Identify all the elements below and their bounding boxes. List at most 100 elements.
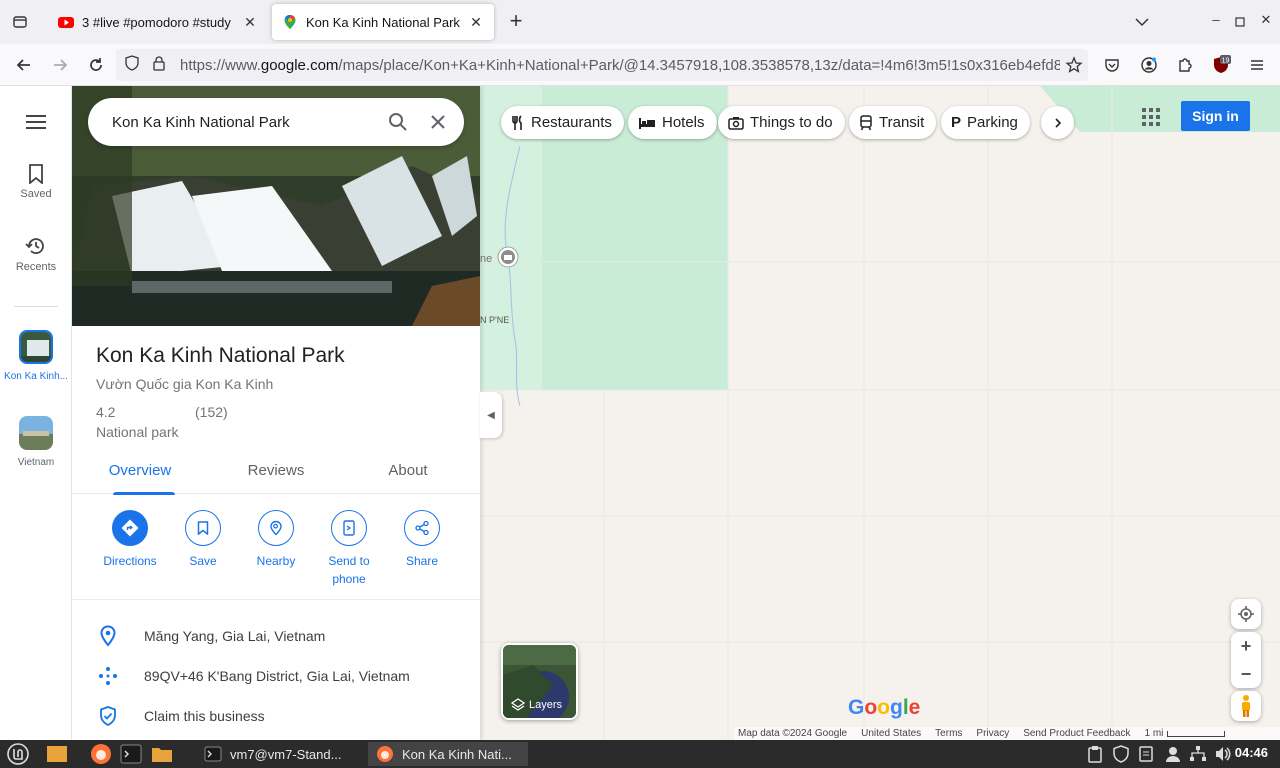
zoom-out-button[interactable]: −: [1241, 660, 1252, 688]
scale-bar: [1167, 730, 1226, 737]
directions-button[interactable]: Directions: [93, 510, 167, 570]
browser-tabstrip: 3 #live #pomodoro #study ✕ Kon Ka Kinh N…: [0, 0, 1280, 44]
close-tab-icon[interactable]: ✕: [242, 14, 258, 30]
forward-arrow-icon[interactable]: [48, 53, 72, 77]
google-apps-grid-icon[interactable]: [1140, 106, 1162, 128]
zoom-in-button[interactable]: +: [1241, 632, 1252, 660]
search-box[interactable]: Kon Ka Kinh National Park: [88, 98, 464, 146]
address-row[interactable]: Măng Yang, Gia Lai, Vietnam: [72, 616, 480, 656]
search-icon[interactable]: [378, 102, 418, 142]
clock[interactable]: 04:46: [1235, 745, 1268, 760]
shield-icon[interactable]: [1112, 745, 1130, 763]
plus-code-row[interactable]: 89QV+46 K'Bang District, Gia Lai, Vietna…: [72, 656, 480, 696]
firefox-launcher-icon[interactable]: [90, 742, 112, 766]
chip-transit[interactable]: Transit: [849, 106, 937, 139]
rail-recents[interactable]: Recents: [0, 235, 72, 273]
claim-business-row[interactable]: Claim this business: [72, 696, 480, 736]
sign-in-button[interactable]: Sign in: [1181, 101, 1250, 131]
hotel-bed-icon: [638, 116, 656, 130]
privacy-link[interactable]: Privacy: [976, 728, 1009, 739]
new-tab-button[interactable]: +: [504, 10, 528, 34]
browser-tab-maps[interactable]: Kon Ka Kinh National Park ✕: [272, 4, 494, 40]
rail-saved[interactable]: Saved: [0, 164, 72, 200]
verified-shield-icon: [72, 706, 144, 726]
search-input[interactable]: Kon Ka Kinh National Park: [112, 114, 378, 131]
place-panel: Kon Ka Kinh National Park Kon Ka Kinh Na…: [72, 86, 480, 740]
network-icon[interactable]: [1189, 745, 1207, 763]
send-to-phone-icon: [331, 510, 367, 546]
tab-list-icon[interactable]: [8, 10, 32, 34]
street-view-pegman-button[interactable]: [1231, 691, 1261, 721]
review-count-link[interactable]: (152): [195, 404, 228, 420]
menu-hamburger-icon[interactable]: [0, 114, 72, 134]
terminal-launcher-icon[interactable]: [120, 742, 142, 766]
place-category[interactable]: National park: [96, 424, 179, 440]
region-link[interactable]: United States: [861, 728, 921, 739]
ublock-shield-icon[interactable]: 19: [1209, 53, 1233, 77]
map-label: N P'NE: [480, 315, 509, 325]
address-text: Măng Yang, Gia Lai, Vietnam: [144, 628, 326, 644]
share-button[interactable]: Share: [385, 510, 459, 570]
terms-link[interactable]: Terms: [935, 728, 962, 739]
chevron-down-icon[interactable]: [1132, 12, 1152, 32]
save-button[interactable]: Save: [166, 510, 240, 570]
rail-vietnam[interactable]: Vietnam: [0, 416, 72, 468]
chevron-right-icon[interactable]: [1041, 106, 1074, 139]
minimize-window-button[interactable]: –: [1206, 12, 1226, 32]
user-icon[interactable]: [1164, 745, 1182, 763]
share-icon: [404, 510, 440, 546]
close-icon[interactable]: [418, 102, 458, 142]
shield-icon[interactable]: [124, 54, 140, 76]
close-window-button[interactable]: ✕: [1256, 12, 1276, 32]
reload-icon[interactable]: [84, 53, 108, 77]
transit-icon: [859, 114, 873, 131]
tab-about[interactable]: About: [340, 450, 476, 494]
scale-label[interactable]: 1 mi: [1145, 728, 1164, 739]
volume-icon[interactable]: [1214, 745, 1232, 763]
browser-tab-youtube[interactable]: 3 #live #pomodoro #study ✕: [48, 4, 268, 40]
map-canvas[interactable]: ne N P'NE: [480, 86, 1280, 740]
show-desktop-icon[interactable]: [46, 742, 68, 766]
extensions-puzzle-icon[interactable]: [1173, 53, 1197, 77]
clipboard-icon[interactable]: [1087, 745, 1105, 763]
place-thumbnail: [19, 416, 53, 450]
layers-button[interactable]: Layers: [501, 643, 578, 720]
chip-hotels[interactable]: Hotels: [628, 106, 717, 139]
pocket-icon[interactable]: [1100, 53, 1124, 77]
chip-parking[interactable]: P Parking: [941, 106, 1030, 139]
files-launcher-icon[interactable]: [151, 742, 173, 766]
back-arrow-icon[interactable]: [12, 53, 36, 77]
my-location-button[interactable]: [1231, 599, 1261, 629]
layers-label: Layers: [529, 699, 563, 711]
taskbar-terminal-task[interactable]: vm7@vm7-Stand...: [196, 742, 349, 766]
rail-recent-place[interactable]: Kon Ka Kinh...: [0, 330, 72, 383]
account-icon[interactable]: [1137, 53, 1161, 77]
send-to-phone-button[interactable]: Send to phone: [312, 510, 386, 588]
firefox-icon: [377, 746, 393, 762]
svg-text:19: 19: [1222, 58, 1230, 65]
taskbar-firefox-task[interactable]: Kon Ka Kinh Nati...: [368, 742, 528, 766]
start-menu-icon[interactable]: [6, 742, 30, 766]
bookmark-icon: [185, 510, 221, 546]
url-bar[interactable]: https://www.google.com/maps/place/Kon+Ka…: [116, 49, 1088, 81]
chip-restaurants[interactable]: Restaurants: [501, 106, 624, 139]
left-rail: Saved Recents Kon Ka Kinh... Vietnam: [0, 86, 72, 740]
place-actions: Directions Save Nearby Send to phone Sha…: [72, 494, 480, 600]
menu-hamburger-icon[interactable]: [1245, 53, 1269, 77]
chip-things-to-do[interactable]: Things to do: [718, 106, 845, 139]
bookmark-star-icon[interactable]: [1062, 53, 1086, 77]
close-tab-icon[interactable]: ✕: [468, 14, 484, 30]
maximize-window-button[interactable]: [1230, 12, 1250, 32]
parking-icon: P: [951, 114, 962, 131]
feedback-link[interactable]: Send Product Feedback: [1023, 728, 1130, 739]
place-title: Kon Ka Kinh National Park: [96, 344, 345, 367]
collapse-panel-button[interactable]: ◀: [480, 392, 502, 438]
url-text: https://www.google.com/maps/place/Kon+Ka…: [180, 56, 1060, 74]
location-pin-icon: [72, 625, 144, 647]
lock-icon[interactable]: [152, 55, 166, 76]
nearby-button[interactable]: Nearby: [239, 510, 313, 570]
tab-overview[interactable]: Overview: [72, 450, 208, 495]
rail-divider: [14, 306, 58, 307]
tab-reviews[interactable]: Reviews: [208, 450, 344, 494]
notes-icon[interactable]: [1138, 745, 1156, 763]
